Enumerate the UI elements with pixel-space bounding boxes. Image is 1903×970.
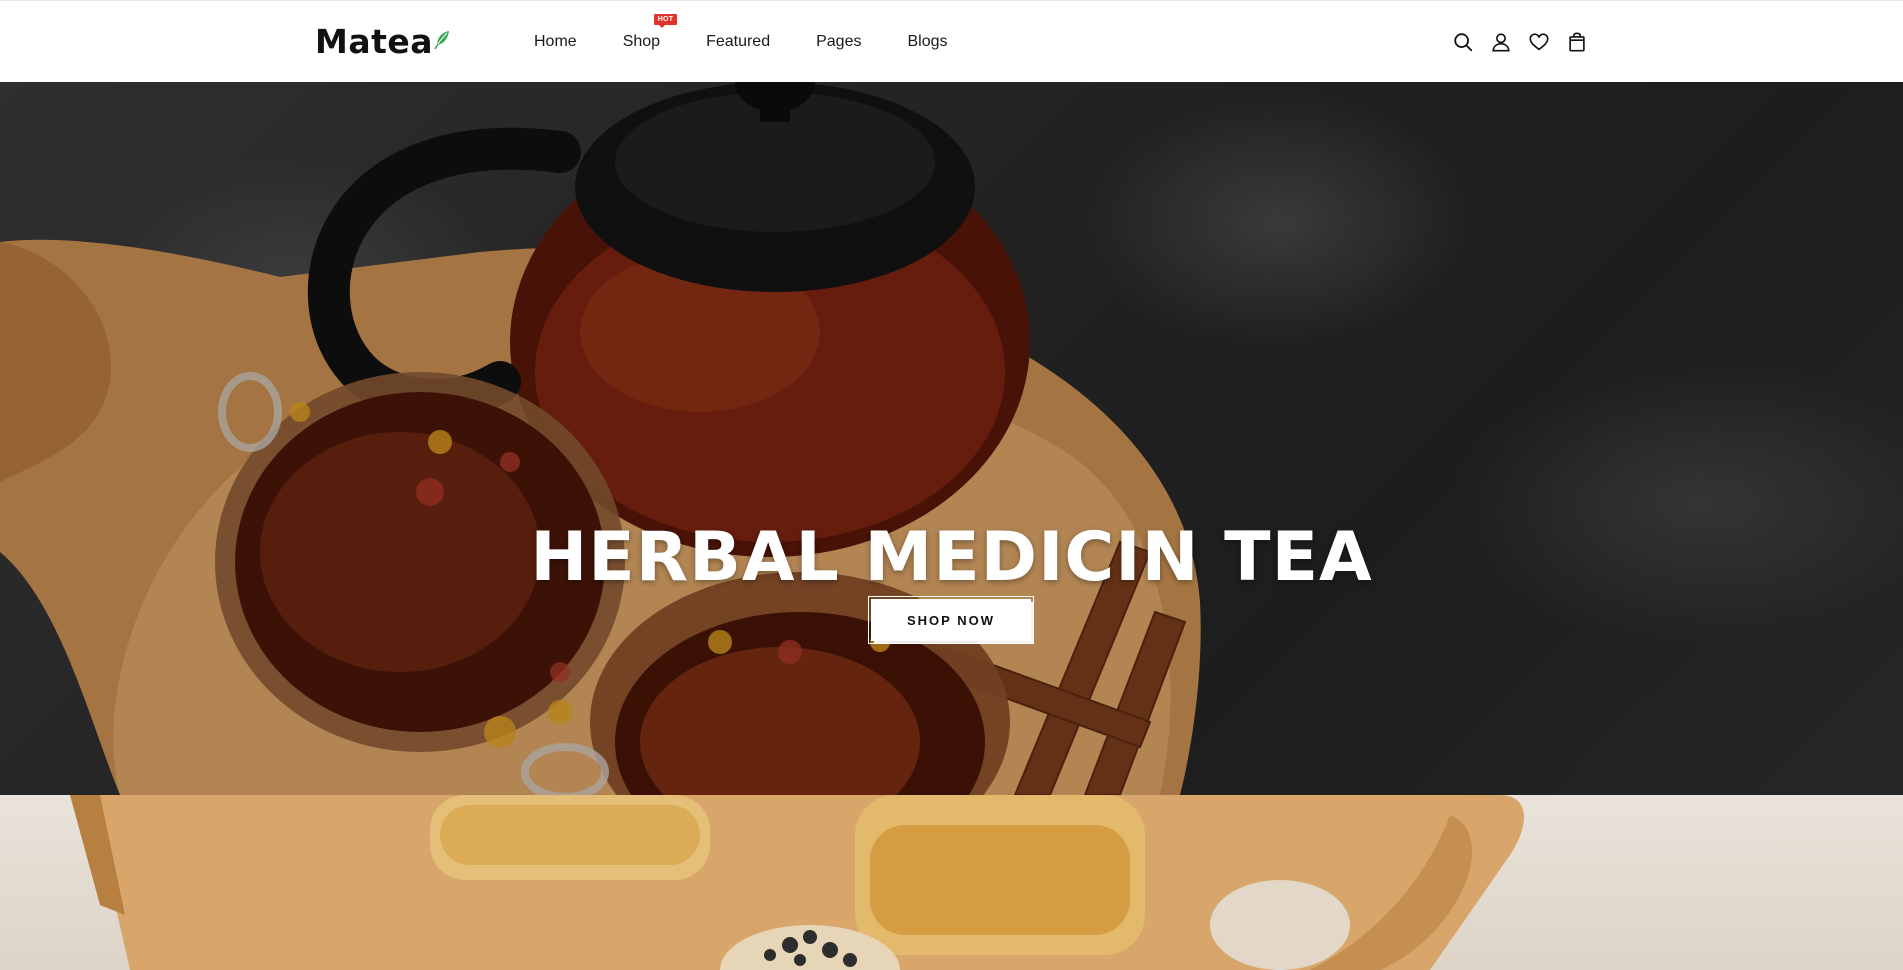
nav-label: Pages bbox=[816, 33, 862, 50]
hero-banner: HERBAL MEDICIN TEA SHOP NOW bbox=[0, 82, 1903, 795]
shop-now-button[interactable]: SHOP NOW bbox=[868, 596, 1034, 644]
nav-item-featured[interactable]: Featured bbox=[706, 1, 770, 83]
header-actions bbox=[1450, 29, 1590, 55]
nav-label: Blogs bbox=[907, 33, 948, 50]
nav-label: Home bbox=[534, 33, 577, 50]
nav-item-home[interactable]: Home bbox=[534, 1, 577, 83]
nav-item-blogs[interactable]: Blogs bbox=[907, 1, 947, 83]
next-banner bbox=[0, 795, 1903, 970]
cart-button[interactable] bbox=[1564, 29, 1590, 55]
shopping-bag-icon bbox=[1569, 32, 1585, 52]
nav-label: Featured bbox=[706, 33, 771, 50]
next-banner-image bbox=[70, 795, 1524, 970]
main-nav: Home Shop HOT Featured Pages Blogs bbox=[534, 1, 948, 83]
search-button[interactable] bbox=[1450, 29, 1476, 55]
heart-icon bbox=[1529, 33, 1549, 51]
nav-item-pages[interactable]: Pages bbox=[816, 1, 861, 83]
logo-text: Matea bbox=[315, 21, 434, 61]
nav-item-shop[interactable]: Shop HOT bbox=[622, 1, 678, 83]
hero-title: HERBAL MEDICIN TEA bbox=[530, 517, 1373, 597]
account-icon bbox=[1492, 33, 1510, 52]
account-button[interactable] bbox=[1488, 29, 1514, 55]
wishlist-button[interactable] bbox=[1526, 29, 1552, 55]
hero-overlay bbox=[0, 82, 1903, 795]
hot-badge: HOT bbox=[653, 14, 678, 28]
site-header: Matea Home Shop HOT Featured Pages Blogs bbox=[0, 0, 1903, 82]
search-icon bbox=[1454, 33, 1473, 52]
logo[interactable]: Matea bbox=[315, 21, 450, 61]
nav-label: Shop bbox=[622, 33, 661, 50]
leaf-icon bbox=[434, 31, 450, 50]
